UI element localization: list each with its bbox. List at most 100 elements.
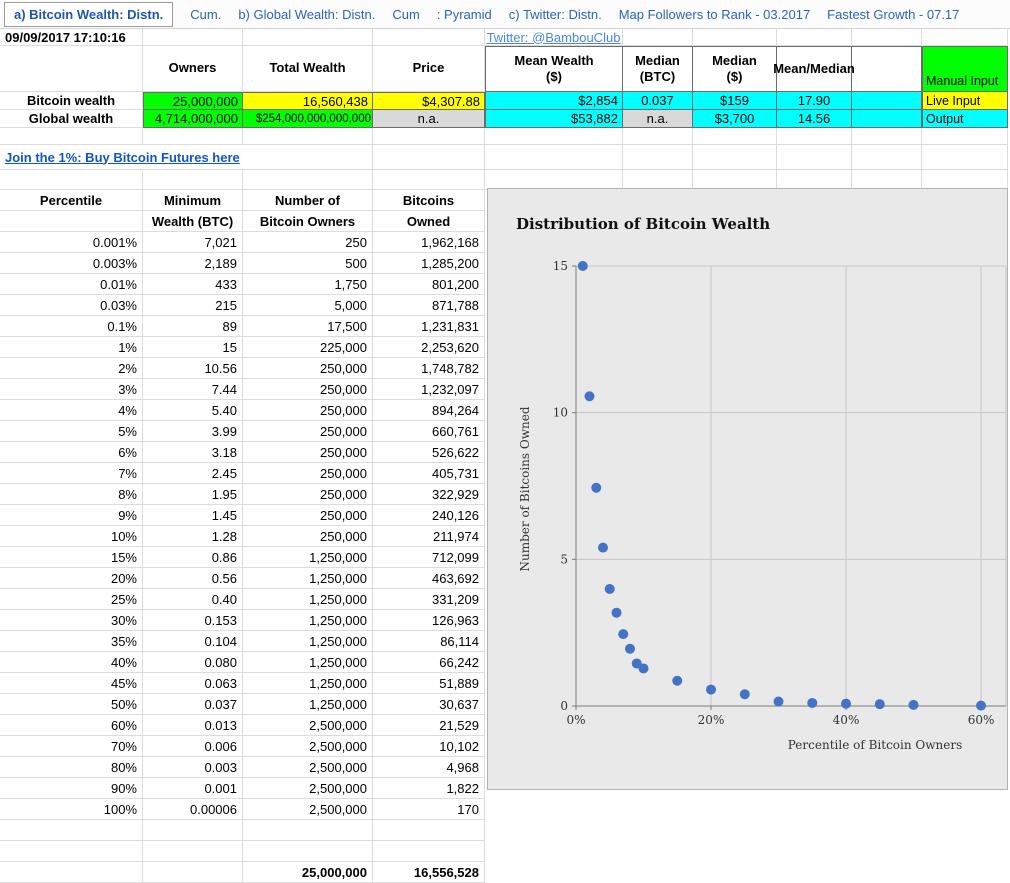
cell-btc-owned[interactable]: 10,102 [373,736,485,757]
sheet-tab-2[interactable]: Cum. [190,7,221,22]
empty-cell[interactable] [485,128,623,145]
empty-cell[interactable] [0,841,143,862]
empty-cell[interactable] [485,145,623,170]
buy-futures-link[interactable]: Join the 1%: Buy Bitcoin Futures here [0,145,373,170]
total-btc-owned[interactable]: 16,556,528 [373,862,485,883]
cell-min-wealth-btc[interactable]: 0.063 [143,673,243,694]
cell-percentile[interactable]: 100% [0,799,143,820]
cell-percentile[interactable]: 0.001% [0,232,143,253]
cell-percentile[interactable]: 0.003% [0,253,143,274]
empty-cell[interactable] [777,145,852,170]
cell-min-wealth-btc[interactable]: 215 [143,295,243,316]
empty-cell[interactable] [243,128,373,145]
header-percentile[interactable] [0,211,143,232]
cell-min-wealth-btc[interactable]: 7.44 [143,379,243,400]
cell-percentile[interactable]: 90% [0,778,143,799]
cell-btc-owned[interactable]: 894,264 [373,400,485,421]
empty-cell[interactable] [852,110,922,128]
empty-cell[interactable] [243,820,373,841]
empty-cell[interactable] [243,841,373,862]
twitter-link[interactable]: Twitter: @BambouClub [485,29,623,46]
cell-num-owners[interactable]: 1,250,000 [243,652,373,673]
cell-btc-owned[interactable]: 526,622 [373,442,485,463]
empty-cell[interactable] [922,145,1008,170]
global-price-cell[interactable]: n.a. [373,110,485,128]
sheet-tab-8[interactable]: Fastest Growth - 07.17 [827,7,959,22]
sheet-tab-4[interactable]: Cum [392,7,419,22]
empty-cell[interactable] [922,128,1008,145]
empty-cell[interactable] [852,92,922,110]
timestamp[interactable]: 09/09/2017 17:10:16 [0,29,143,46]
empty-cell[interactable] [623,128,693,145]
cell-btc-owned[interactable]: 240,126 [373,505,485,526]
global-mean-median-cell[interactable]: 14.56 [777,110,852,128]
header-owners[interactable]: Owners [143,46,243,92]
cell-btc-owned[interactable]: 2,253,620 [373,337,485,358]
cell-percentile[interactable]: 60% [0,715,143,736]
cell-num-owners[interactable]: 5,000 [243,295,373,316]
cell-num-owners[interactable]: 2,500,000 [243,778,373,799]
empty-cell[interactable] [143,820,243,841]
empty-cell[interactable] [0,128,143,145]
cell-min-wealth-btc[interactable]: 1.45 [143,505,243,526]
cell-btc-owned[interactable]: 463,692 [373,568,485,589]
cell-min-wealth-btc[interactable]: 2.45 [143,463,243,484]
cell-num-owners[interactable]: 250,000 [243,400,373,421]
cell-num-owners[interactable]: 500 [243,253,373,274]
header-btc-owned[interactable]: Owned [373,211,485,232]
cell-percentile[interactable]: 3% [0,379,143,400]
cell-btc-owned[interactable]: 712,099 [373,547,485,568]
cell-btc-owned[interactable]: 322,929 [373,484,485,505]
cell-btc-owned[interactable]: 1,962,168 [373,232,485,253]
header-total-wealth[interactable]: Total Wealth [243,46,373,92]
cell-num-owners[interactable]: 1,250,000 [243,610,373,631]
cell-percentile[interactable]: 25% [0,589,143,610]
cell-num-owners[interactable]: 1,750 [243,274,373,295]
cell-percentile[interactable]: 4% [0,400,143,421]
cell-min-wealth-btc[interactable]: 2,189 [143,253,243,274]
cell-btc-owned[interactable]: 871,788 [373,295,485,316]
header-price[interactable]: Price [373,46,485,92]
cell-num-owners[interactable]: 2,500,000 [243,715,373,736]
cell-percentile[interactable]: 40% [0,652,143,673]
cell-percentile[interactable]: 8% [0,484,143,505]
sheet-tab-5[interactable]: : Pyramid [437,7,492,22]
cell-num-owners[interactable]: 1,250,000 [243,673,373,694]
cell-min-wealth-btc[interactable]: 1.95 [143,484,243,505]
cell-num-owners[interactable]: 250,000 [243,505,373,526]
total-min-wealth-btc[interactable] [143,862,243,883]
cell-percentile[interactable]: 10% [0,526,143,547]
legend-live-input[interactable]: Live Input [922,92,1008,110]
empty-cell[interactable] [777,170,852,190]
empty-cell[interactable] [852,128,922,145]
empty-cell[interactable] [693,128,777,145]
empty-cell[interactable] [373,145,485,170]
total-percentile[interactable] [0,862,143,883]
empty-cell[interactable] [693,145,777,170]
cell-num-owners[interactable]: 1,250,000 [243,589,373,610]
cell-percentile[interactable]: 15% [0,547,143,568]
empty-cell[interactable] [693,170,777,190]
cell-min-wealth-btc[interactable]: 3.18 [143,442,243,463]
empty-cell[interactable] [693,29,777,46]
cell-btc-owned[interactable]: 211,974 [373,526,485,547]
empty-cell[interactable] [852,170,922,190]
cell-min-wealth-btc[interactable]: 0.56 [143,568,243,589]
cell-num-owners[interactable]: 250,000 [243,358,373,379]
cell-btc-owned[interactable]: 170 [373,799,485,820]
empty-cell[interactable] [922,29,1008,46]
cell-min-wealth-btc[interactable]: 0.00006 [143,799,243,820]
empty-cell[interactable] [0,46,143,92]
cell-percentile[interactable]: 9% [0,505,143,526]
header-btc-owned[interactable]: Bitcoins [373,190,485,211]
cell-num-owners[interactable]: 2,500,000 [243,757,373,778]
cell-min-wealth-btc[interactable]: 5.40 [143,400,243,421]
empty-cell[interactable] [143,170,243,190]
empty-cell[interactable] [0,170,143,190]
cell-percentile[interactable]: 6% [0,442,143,463]
header-num-owners[interactable]: Bitcoin Owners [243,211,373,232]
global-median-btc-cell[interactable]: n.a. [623,110,693,128]
cell-min-wealth-btc[interactable]: 0.013 [143,715,243,736]
cell-btc-owned[interactable]: 21,529 [373,715,485,736]
bitcoin-owners-cell[interactable]: 25,000,000 [143,92,243,110]
